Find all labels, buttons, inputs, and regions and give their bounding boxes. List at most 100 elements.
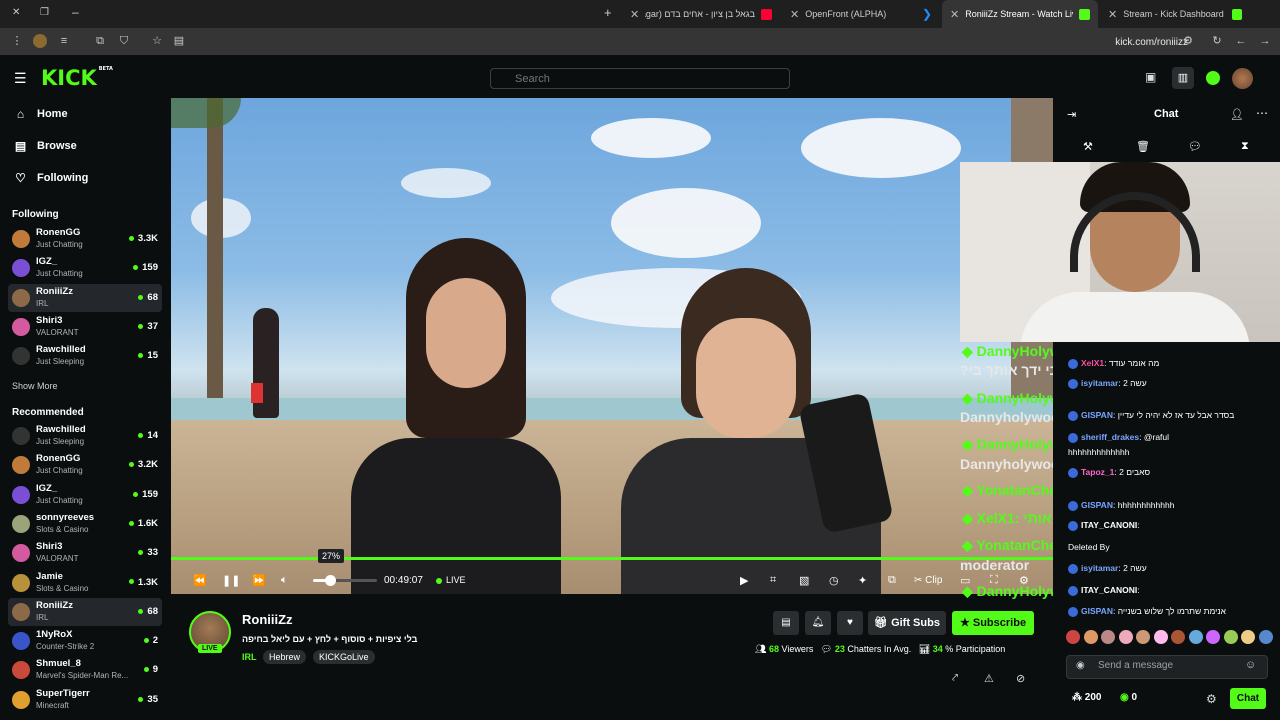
url-field[interactable]: kick.com/roniiizz [1115, 37, 1188, 48]
sidebar-channel-supertigerr[interactable]: SuperTigerr Minecraft 35 [8, 686, 162, 714]
subscribe-button[interactable]: ★ Subscribe [952, 611, 1034, 635]
live-progress-bar[interactable] [171, 557, 1053, 560]
chat-mode-icon[interactable]: ◉ [1076, 660, 1085, 671]
sidebar-channel-sonnyreeves[interactable]: sonnyreeves Slots & Casino 1.6K [8, 510, 162, 538]
sidebar-channel-1nyrox[interactable]: 1NyRoX Counter-Strike 2 2 [8, 627, 162, 655]
sidebar-channel-ronengg[interactable]: RonenGG Just Chatting 3.2K [8, 451, 162, 479]
kick-logo[interactable]: KICK BETA [41, 66, 113, 90]
sidebar-channel-shmuel_8[interactable]: Shmuel_8 Marvel's Spider-Man Re... 9 [8, 656, 162, 684]
tag-kickgolive[interactable]: KICKGoLive [313, 650, 375, 664]
tag-hebrew[interactable]: Hebrew [263, 650, 307, 664]
close-tab-icon[interactable]: ✕ [790, 8, 799, 21]
mod-trash-icon[interactable]: 🗑︎ [1136, 140, 1150, 153]
chat-message[interactable]: hhhhhhhhhhhhh [1068, 447, 1273, 457]
search-input[interactable] [490, 68, 790, 89]
screenshot-icon[interactable]: ⧉ [93, 34, 107, 48]
tune-icon[interactable]: ⚙ [1181, 34, 1195, 48]
hamburger-menu-icon[interactable]: ☰ [14, 70, 27, 87]
nav-home[interactable]: ⌂ Home [14, 107, 68, 121]
mod-hammer-icon[interactable]: ⚒ [1083, 140, 1093, 153]
tab-4[interactable]: ✕ Stream - Kick Dashboard [1100, 0, 1250, 28]
back-icon[interactable]: ← [1234, 34, 1248, 48]
chat-message[interactable]: ITAY_CANONI: [1068, 520, 1273, 531]
mod-slowmode-icon[interactable]: ⧗ [1241, 140, 1249, 153]
emote-icon[interactable] [1223, 630, 1238, 644]
stream-category[interactable]: IRL [242, 652, 257, 662]
pause-icon[interactable]: ❚❚ [222, 574, 240, 587]
emote-icon[interactable] [1083, 630, 1098, 644]
settings-gear-icon[interactable]: ⚙ [1019, 574, 1029, 587]
send-chat-button[interactable]: Chat [1230, 688, 1266, 709]
collapse-chat-icon[interactable]: ⇥ [1067, 108, 1076, 121]
chat-username[interactable]: Tapoz_1 [1081, 467, 1114, 477]
chat-username[interactable]: isyitamar [1081, 378, 1118, 388]
emote-icon[interactable] [1258, 630, 1273, 644]
chat-message[interactable]: GISPAN: בסדר אבל עד אז לא יהיה לי עדיין [1068, 410, 1273, 421]
tab-3-active[interactable]: ✕ RoniiiZz Stream - Watch Live [942, 0, 1098, 28]
fullscreen-icon[interactable]: ⛶ [990, 574, 998, 587]
chat-username[interactable]: sheriff_drakes [1081, 432, 1139, 442]
sidebar-channel-ronengg[interactable]: RonenGG Just Chatting 3.3K [8, 225, 162, 253]
sidebar-channel-rawchilled[interactable]: Rawchilled Just Sleeping 14 [8, 422, 162, 450]
chat-message[interactable]: ITAY_CANONI: [1068, 585, 1273, 596]
chat-message[interactable]: GISPAN: אנימת שתרמו לך שלוש בשנייה [1068, 606, 1273, 617]
playlist-icon[interactable]: ≡ [57, 34, 71, 48]
kick-points-icon[interactable] [1206, 71, 1220, 85]
video-player[interactable] [171, 98, 1053, 594]
chat-message[interactable]: sheriff_drakes: @raful [1068, 432, 1273, 443]
share-icon[interactable]: ⤤ [952, 672, 958, 685]
sidebar-channel-shiri3[interactable]: Shiri3 VALORANT 37 [8, 313, 162, 341]
menu-dots-icon[interactable]: ⋮ [10, 34, 24, 48]
chat-message[interactable]: isyitamar: עשה 2 [1068, 378, 1273, 389]
chat-username[interactable]: XelX1 [1081, 358, 1104, 368]
tab-1[interactable]: ✕ בגאל בן ציון - אחים בדם (nagar) [622, 0, 780, 28]
sidebar-channel-jamie[interactable]: Jamie Slots & Casino 1.3K [8, 569, 162, 597]
pip-icon[interactable]: ⧉ [888, 574, 896, 587]
chat-message[interactable]: Tapoz_1: סאבים 2 [1068, 467, 1273, 478]
close-tab-icon[interactable]: ✕ [950, 8, 959, 21]
emote-icon[interactable] [1171, 630, 1185, 644]
follow-button[interactable]: ♥ [837, 611, 863, 635]
close-tab-icon[interactable]: ✕ [630, 8, 639, 21]
emote-icon[interactable] [1206, 630, 1220, 644]
multiview-icon[interactable]: ▧ [799, 574, 809, 587]
chat-username[interactable]: GISPAN [1081, 500, 1113, 510]
theater-icon[interactable]: ▭ [960, 574, 970, 587]
emote-icon[interactable] [1136, 630, 1150, 644]
kick-points[interactable]: ◉ 0 [1120, 692, 1137, 703]
extension-icon[interactable] [33, 34, 47, 48]
nav-browse[interactable]: ▤ Browse [14, 139, 77, 153]
rewind-icon[interactable]: ⏪ [193, 574, 207, 587]
chat-settings-icon[interactable]: ⚙ [1206, 692, 1217, 706]
crop-icon[interactable]: ⌗ [770, 574, 776, 587]
sparkle-icon[interactable]: ✦ [858, 574, 867, 587]
notify-button[interactable]: 🔔︎ [805, 611, 831, 635]
new-tab-icon[interactable]: + [604, 5, 612, 20]
show-more-link[interactable]: Show More [12, 381, 58, 391]
tab-2[interactable]: ✕ OpenFront (ALPHA) ❯ [782, 0, 940, 28]
user-avatar[interactable] [1232, 68, 1253, 89]
bookmark-star-icon[interactable]: ☆ [150, 34, 164, 48]
live-indicator[interactable]: LIVE [436, 575, 466, 585]
forward-icon[interactable]: → [1258, 34, 1272, 48]
speed-icon[interactable]: ◷ [829, 574, 839, 587]
close-window-icon[interactable]: ✕ [12, 7, 20, 18]
chat-message[interactable]: isyitamar: עשה 2 [1068, 563, 1273, 574]
sidebar-channel-roniiizz[interactable]: RoniiiZz IRL 68 [8, 283, 162, 312]
chat-message[interactable]: GISPAN: hhhhhhhhhhhh [1068, 500, 1273, 511]
sidebar-channel-roniiizz[interactable]: RoniiiZz IRL 68 [8, 597, 162, 626]
gift-subs-button[interactable]: 🎁︎ Gift Subs [868, 611, 946, 635]
chat-username[interactable]: GISPAN [1081, 410, 1113, 420]
chat-username[interactable]: isyitamar [1081, 563, 1118, 573]
notes-button[interactable]: ▤ [773, 611, 799, 635]
reader-icon[interactable]: ▤ [172, 34, 186, 48]
restore-window-icon[interactable]: ❐ [40, 7, 49, 18]
camera-icon[interactable]: ▶︎ [740, 574, 748, 587]
emote-icon[interactable] [1153, 630, 1168, 644]
emote-icon[interactable] [1118, 630, 1133, 644]
channel-points[interactable]: ⁂ 200 [1072, 692, 1101, 703]
emote-icon[interactable] [1241, 630, 1255, 644]
sidebar-channel-rawchilled[interactable]: Rawchilled Just Sleeping 15 [8, 342, 162, 370]
chat-username[interactable]: GISPAN [1081, 606, 1113, 616]
chat-more-icon[interactable]: ⋯ [1256, 106, 1268, 120]
